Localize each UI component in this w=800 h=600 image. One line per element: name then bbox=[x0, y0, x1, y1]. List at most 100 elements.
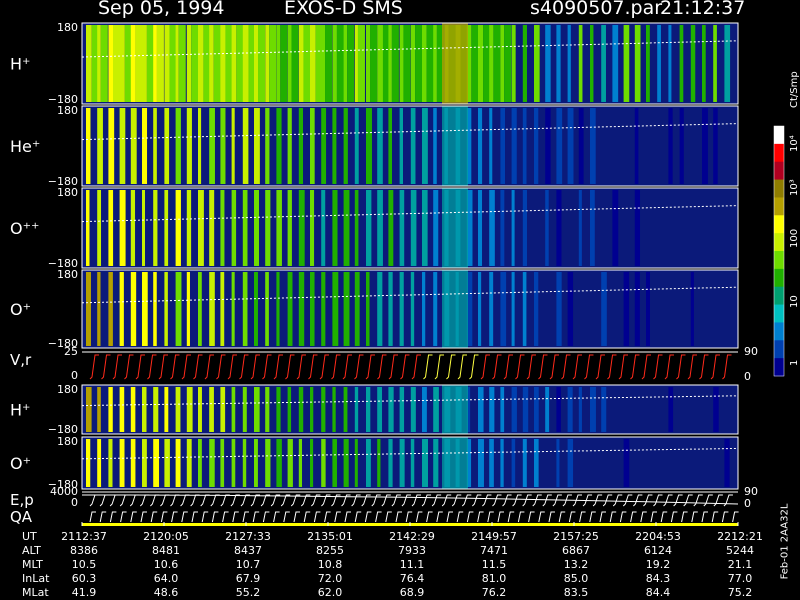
trace-sweep bbox=[290, 494, 301, 507]
tick-label: 180 bbox=[57, 104, 78, 117]
heat-cell bbox=[612, 190, 619, 266]
qa-sweep bbox=[344, 511, 351, 523]
heat-cell bbox=[590, 108, 596, 184]
trace-sweep bbox=[502, 494, 512, 507]
panel-label: H⁺ bbox=[10, 401, 30, 420]
trace-sweep bbox=[400, 354, 410, 380]
panel-8 bbox=[81, 491, 739, 507]
qa-sweep bbox=[109, 511, 117, 523]
trace-sweep bbox=[441, 494, 452, 507]
heat-cell bbox=[415, 25, 423, 102]
table-cell: 48.6 bbox=[153, 586, 179, 599]
panel-7 bbox=[81, 436, 739, 490]
trace-sweep bbox=[220, 494, 230, 507]
heat-cell bbox=[388, 387, 394, 432]
heat-cell bbox=[153, 108, 157, 184]
qa-sweep bbox=[99, 511, 107, 523]
heat-cell bbox=[276, 108, 282, 184]
heat-cell bbox=[442, 270, 468, 348]
heat-cell bbox=[220, 190, 225, 266]
heat-cell bbox=[377, 190, 383, 266]
right-tick-label: 90 bbox=[744, 345, 758, 358]
heat-cell bbox=[119, 272, 124, 346]
colorbar-tick: 1 bbox=[789, 360, 800, 366]
heat-cell bbox=[153, 439, 160, 487]
heat-cell bbox=[500, 108, 506, 184]
heat-cell bbox=[332, 25, 337, 102]
heat-cell bbox=[153, 25, 157, 102]
qa-sweep bbox=[303, 511, 311, 523]
trace-sweep bbox=[584, 354, 594, 380]
heat-cell bbox=[489, 272, 494, 346]
trace-sweep bbox=[482, 494, 492, 507]
trace-sweep bbox=[703, 494, 713, 507]
heat-cell bbox=[377, 108, 383, 184]
qa-sweep bbox=[405, 511, 413, 523]
colorbar-swatch bbox=[774, 126, 784, 145]
table-cell: 2135:01 bbox=[307, 530, 353, 543]
heat-cell bbox=[231, 387, 236, 432]
heat-cell bbox=[478, 387, 484, 432]
heat-cell bbox=[377, 387, 383, 432]
heat-cell bbox=[119, 108, 126, 184]
heat-cell bbox=[724, 439, 730, 487]
trace-sweep bbox=[572, 354, 582, 380]
heat-cell bbox=[399, 439, 405, 487]
trace-sweep bbox=[451, 494, 462, 507]
heat-cell bbox=[310, 439, 314, 487]
right-tick-label: 0 bbox=[744, 370, 751, 383]
table-cell: 62.0 bbox=[317, 586, 343, 599]
heat-cell bbox=[142, 25, 147, 102]
table-cell: 85.0 bbox=[563, 572, 589, 585]
trace-sweep bbox=[388, 354, 398, 380]
heat-cell bbox=[242, 25, 249, 102]
heat-cell bbox=[343, 25, 348, 102]
trace-sweep bbox=[129, 494, 140, 507]
table-cell: 75.2 bbox=[727, 586, 753, 599]
trace-sweep bbox=[150, 494, 160, 507]
qa-sweep bbox=[711, 511, 719, 523]
table-cell: 77.0 bbox=[727, 572, 753, 585]
heat-cell bbox=[186, 25, 192, 102]
table-cell: 10.7 bbox=[235, 558, 261, 571]
tick-label: 180 bbox=[57, 186, 78, 199]
table-cell: 64.0 bbox=[153, 572, 179, 585]
trace-sweep bbox=[618, 354, 628, 380]
heat-cell bbox=[442, 106, 468, 186]
heat-cell bbox=[236, 25, 244, 102]
table-row-label: MLT bbox=[22, 558, 43, 571]
table-row-label: InLat bbox=[22, 572, 50, 585]
table-cell: 10.6 bbox=[153, 558, 179, 571]
heat-cell bbox=[578, 190, 582, 266]
heat-cell bbox=[164, 439, 170, 487]
panel-label: QA bbox=[10, 508, 33, 526]
qa-sweep bbox=[313, 511, 321, 523]
heat-cell bbox=[303, 25, 311, 102]
heat-cell bbox=[545, 108, 551, 184]
table-cell: 11.5 bbox=[481, 558, 507, 571]
qa-sweep bbox=[456, 511, 464, 523]
heat-cell bbox=[511, 190, 515, 266]
heat-cell bbox=[433, 25, 437, 102]
trace-sweep bbox=[492, 354, 502, 380]
qa-sweep bbox=[660, 511, 668, 523]
qa-sweep bbox=[395, 511, 402, 523]
qa-sweep bbox=[609, 511, 617, 523]
trace-sweep bbox=[365, 354, 375, 380]
table-cell: 5244 bbox=[726, 544, 754, 557]
heat-cell bbox=[426, 25, 434, 102]
heat-cell bbox=[220, 108, 226, 184]
heat-cell bbox=[657, 25, 661, 102]
heat-cell bbox=[388, 272, 393, 346]
qa-sweep bbox=[517, 511, 525, 523]
qa-sweep bbox=[436, 511, 443, 523]
heat-cell bbox=[634, 272, 640, 346]
heat-cell bbox=[135, 25, 143, 102]
colorbar-swatch bbox=[774, 322, 784, 341]
heat-cell bbox=[321, 25, 326, 102]
panel-1 bbox=[81, 22, 739, 105]
heat-cell bbox=[332, 272, 339, 346]
heat-cell bbox=[119, 387, 125, 432]
qa-sweep bbox=[211, 511, 219, 523]
table-cell: 2120:05 bbox=[143, 530, 189, 543]
